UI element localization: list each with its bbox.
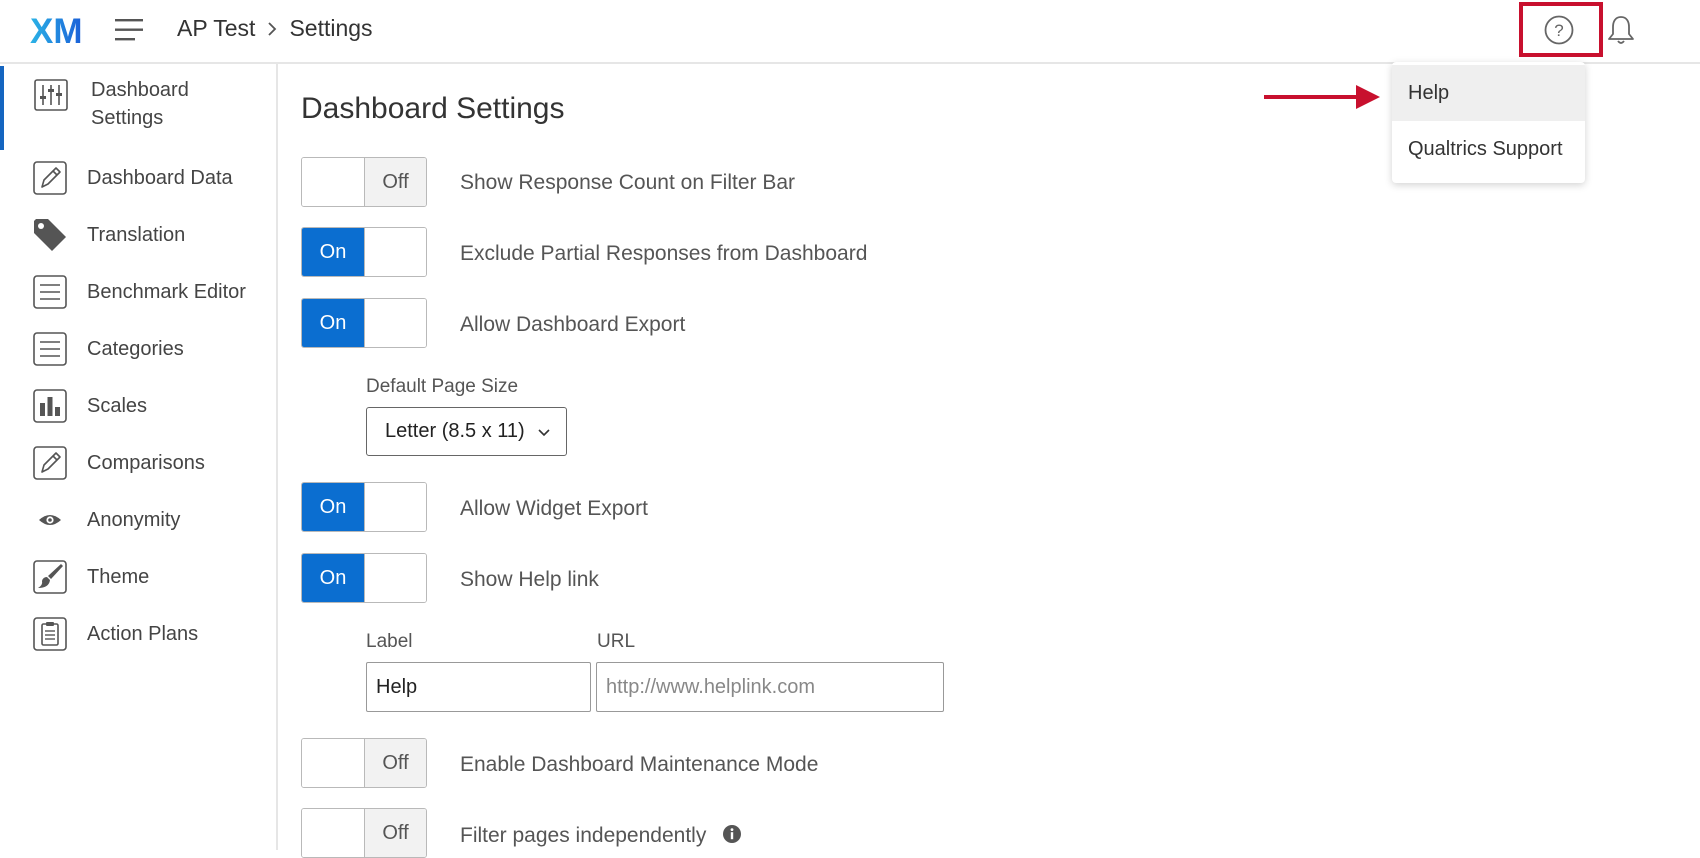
sidebar-item-action-plans[interactable]: Action Plans (32, 616, 198, 652)
breadcrumb-page: Settings (289, 15, 373, 41)
toggle-show-response-count[interactable]: Off (301, 157, 427, 207)
menu-item-help[interactable]: Help (1392, 65, 1585, 121)
option-label-allow-dashboard-export: Allow Dashboard Export (460, 313, 686, 336)
toggle-show-help-link[interactable]: On (301, 553, 427, 603)
toggle-knob (302, 739, 364, 787)
page-size-value: Letter (8.5 x 11) (385, 420, 525, 442)
sidebar-item-label: Dashboard Data (87, 167, 233, 189)
toggle-state: On (302, 299, 364, 347)
sidebar-item-label: Theme (87, 566, 150, 588)
sidebar-item-anonymity[interactable]: Anonymity (32, 502, 180, 538)
xm-logo[interactable]: XM (30, 12, 86, 48)
toggle-knob (302, 158, 364, 206)
help-circle-icon[interactable]: ? (1543, 14, 1575, 46)
toggle-filter-pages-independently[interactable]: Off (301, 808, 427, 858)
info-icon[interactable] (722, 824, 742, 844)
bar-chart-icon (33, 389, 67, 423)
option-label-filter-pages-independently: Filter pages independently (460, 824, 742, 848)
option-label-show-help-link: Show Help link (460, 568, 599, 591)
toggle-knob (364, 554, 426, 602)
sidebar-item-label: Action Plans (87, 623, 199, 645)
help-link-url-caption: URL (597, 631, 636, 652)
eye-icon (39, 515, 61, 525)
page-title: Dashboard Settings (301, 92, 565, 125)
chevron-down-icon (538, 428, 550, 436)
option-label-maintenance-mode: Enable Dashboard Maintenance Mode (460, 753, 819, 776)
help-link-label-input[interactable] (366, 662, 591, 712)
sidebar-item-benchmark-editor[interactable]: Benchmark Editor (32, 274, 246, 310)
toggle-maintenance-mode[interactable]: Off (301, 738, 427, 788)
sidebar-item-label: Comparisons (87, 452, 205, 474)
option-label-allow-widget-export: Allow Widget Export (460, 497, 648, 520)
breadcrumb: AP Test Settings (177, 15, 373, 42)
svg-text:XM: XM (30, 12, 83, 48)
pencil-icon (33, 446, 67, 480)
sidebar-item-label: Scales (87, 395, 148, 417)
sidebar-item-label: Dashboard Settings (91, 79, 189, 129)
hamburger-icon[interactable] (115, 18, 145, 42)
list-icon (33, 275, 67, 309)
sidebar-item-label: Benchmark Editor (87, 281, 246, 303)
menu-item-qualtrics-support[interactable]: Qualtrics Support (1392, 121, 1585, 177)
option-label-show-response-count: Show Response Count on Filter Bar (460, 171, 796, 194)
sidebar: Dashboard Settings Dashboard Data Transl… (0, 64, 278, 850)
toggle-exclude-partial-responses[interactable]: On (301, 227, 427, 277)
sidebar-item-translation[interactable]: Translation (32, 217, 185, 253)
toggle-knob (364, 228, 426, 276)
page-size-label: Default Page Size (366, 376, 519, 397)
sidebar-item-scales[interactable]: Scales (32, 388, 147, 424)
toggle-state: On (302, 554, 364, 602)
chevron-right-icon (268, 21, 277, 36)
toggle-state: On (302, 228, 364, 276)
toggle-state: On (302, 483, 364, 531)
help-link-label-caption: Label (366, 631, 413, 652)
paintbrush-icon (33, 560, 67, 594)
sidebar-item-label: Anonymity (87, 509, 181, 531)
arrow-right-icon (1264, 85, 1380, 109)
toggle-state: Off (364, 739, 426, 787)
sidebar-active-indicator (0, 66, 4, 150)
sidebar-item-label: Translation (87, 224, 186, 246)
breadcrumb-project[interactable]: AP Test (177, 15, 255, 42)
option-label-text: Filter pages independently (460, 824, 707, 847)
toggle-state: Off (364, 158, 426, 206)
sidebar-item-theme[interactable]: Theme (32, 559, 149, 595)
help-dropdown-menu: Help Qualtrics Support (1392, 62, 1585, 183)
help-link-url-input[interactable] (596, 662, 944, 712)
toggle-knob (364, 483, 426, 531)
clipboard-icon (33, 617, 67, 651)
top-bar: XM AP Test Settings ? (0, 0, 1700, 64)
pencil-icon (33, 161, 67, 195)
bell-icon[interactable] (1606, 14, 1636, 46)
toggle-knob (364, 299, 426, 347)
option-label-exclude-partial-responses: Exclude Partial Responses from Dashboard (460, 242, 868, 265)
sidebar-item-dashboard-settings[interactable]: Dashboard Settings (32, 76, 211, 132)
tag-icon (34, 219, 66, 251)
sidebar-item-dashboard-data[interactable]: Dashboard Data (32, 160, 233, 196)
toggle-allow-widget-export[interactable]: On (301, 482, 427, 532)
page-size-select[interactable]: Letter (8.5 x 11) (366, 407, 567, 456)
svg-text:?: ? (1554, 21, 1563, 40)
sidebar-item-categories[interactable]: Categories (32, 331, 184, 367)
list-icon (33, 332, 67, 366)
sliders-icon (34, 79, 68, 111)
sidebar-item-label: Categories (87, 338, 184, 360)
toggle-allow-dashboard-export[interactable]: On (301, 298, 427, 348)
sidebar-item-comparisons[interactable]: Comparisons (32, 445, 205, 481)
